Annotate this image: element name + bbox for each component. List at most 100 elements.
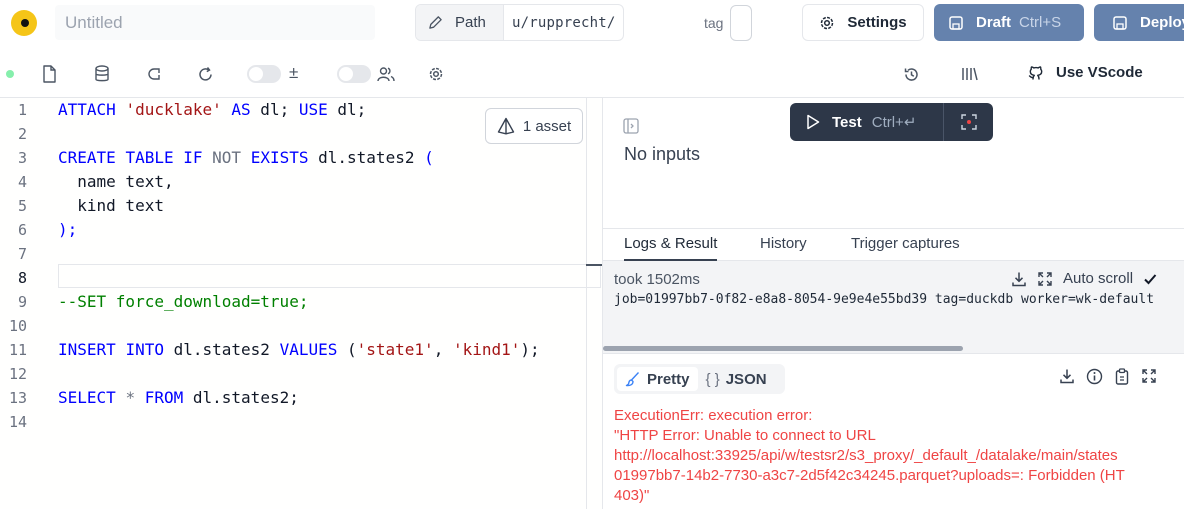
code-token: ATTACH xyxy=(58,100,116,119)
path-field[interactable]: Path u/rupprecht/ xyxy=(415,4,624,41)
settings-gear-icon[interactable] xyxy=(426,64,446,84)
code-line[interactable]: 9 --SET force_download=true; xyxy=(0,290,602,314)
fullscreen-icon[interactable] xyxy=(1141,368,1157,384)
code-token: NOT xyxy=(212,148,242,167)
line-number: 9 xyxy=(17,293,27,311)
tab-history[interactable]: History xyxy=(760,229,807,261)
line-number: 1 xyxy=(17,101,27,119)
error-message: ExecutionErr: execution error: "HTTP Err… xyxy=(614,407,1125,504)
capture-focus-icon xyxy=(960,114,977,130)
info-icon[interactable] xyxy=(1086,368,1103,385)
pyramid-asset-icon xyxy=(497,117,515,135)
scroll-position-marker xyxy=(586,264,602,266)
play-icon xyxy=(807,114,820,130)
code-line[interactable]: 14 xyxy=(0,410,602,434)
settings-button[interactable]: Settings xyxy=(802,4,924,41)
refresh-icon[interactable] xyxy=(195,64,215,84)
clipboard-icon[interactable] xyxy=(1114,368,1130,385)
code-token: ( xyxy=(424,148,434,167)
code-token: 'kind1' xyxy=(452,340,521,359)
multiplayer-toggle[interactable] xyxy=(337,65,371,83)
assets-button[interactable]: 1 asset xyxy=(485,108,583,144)
save-icon xyxy=(949,15,963,30)
path-edit-button[interactable]: Path xyxy=(416,5,504,40)
line-number: 14 xyxy=(8,413,27,431)
result-actions xyxy=(1059,368,1157,385)
code-editor[interactable]: 1 ATTACH 'ducklake' AS dl; USE dl; 2 3 CREAT… xyxy=(0,98,602,509)
auto-scroll-label: Auto scroll xyxy=(1063,270,1134,287)
code-token: * xyxy=(125,388,136,407)
code-line[interactable]: 8 xyxy=(0,266,602,290)
path-value[interactable]: u/rupprecht/ xyxy=(504,5,623,40)
horizontal-scrollbar[interactable] xyxy=(603,346,963,351)
code-line[interactable]: 3 CREATE TABLE IF NOT EXISTS dl.states2 ( xyxy=(0,146,602,170)
save-icon xyxy=(1113,15,1127,30)
diff-toggle[interactable] xyxy=(247,65,281,83)
panel-expand-icon[interactable] xyxy=(623,118,639,134)
braces-icon: { } xyxy=(705,370,720,388)
file-icon[interactable] xyxy=(39,64,59,84)
code-token: dl.states2 xyxy=(308,148,425,167)
code-token: CREATE xyxy=(58,148,116,167)
windmill-logo-icon[interactable] xyxy=(11,10,37,36)
draft-label: Draft xyxy=(976,14,1012,31)
code-line[interactable]: 4 name text, xyxy=(0,170,602,194)
database-icon[interactable] xyxy=(92,64,112,84)
code-line[interactable]: 6); xyxy=(0,218,602,242)
line-number: 10 xyxy=(8,317,27,335)
code-token: ); xyxy=(58,220,78,239)
library-icon[interactable] xyxy=(960,64,980,84)
draft-button[interactable]: Draft Ctrl+S xyxy=(934,4,1084,41)
editor-minimap-divider xyxy=(586,98,587,509)
checkmark-icon[interactable] xyxy=(1143,272,1157,286)
assets-count-label: 1 asset xyxy=(522,117,572,135)
log-actions: Auto scroll xyxy=(1011,270,1157,287)
deploy-button[interactable]: Deploy xyxy=(1094,4,1184,41)
download-icon[interactable] xyxy=(1011,271,1027,287)
code-token: FROM xyxy=(144,388,184,407)
history-icon[interactable] xyxy=(901,64,921,84)
code-line[interactable]: 12 xyxy=(0,362,602,386)
code-line[interactable]: 5 kind text xyxy=(0,194,602,218)
tab-trigger-captures[interactable]: Trigger captures xyxy=(851,229,960,261)
code-line[interactable]: 7 xyxy=(0,242,602,266)
tab-logs-result[interactable]: Logs & Result xyxy=(624,229,718,261)
code-token: dl; xyxy=(250,100,299,119)
test-button[interactable]: Test Ctrl+↵ xyxy=(790,103,944,141)
connection-status-dot xyxy=(6,70,14,78)
code-token: , xyxy=(433,340,453,359)
line-number: 13 xyxy=(8,389,27,407)
expand-icon[interactable] xyxy=(1037,271,1053,287)
code-line[interactable]: 11 INSERT INTO dl.states2 VALUES ('state1… xyxy=(0,338,602,362)
code-token: AS xyxy=(231,100,251,119)
code-token: SELECT xyxy=(58,388,116,407)
code-token: ( xyxy=(337,340,357,359)
download-icon[interactable] xyxy=(1059,368,1075,384)
json-option[interactable]: { } JSON xyxy=(698,367,775,391)
test-label: Test xyxy=(832,113,862,131)
code-token: INTO xyxy=(125,340,164,359)
result-pane: Pretty { } JSON ExecutionErr: execution … xyxy=(603,353,1184,509)
use-vscode-button[interactable]: Use VScode xyxy=(1028,64,1143,81)
duration-text: took 1502ms xyxy=(614,271,700,288)
tag-select[interactable] xyxy=(730,5,752,41)
resource-icon[interactable] xyxy=(143,64,163,84)
code-token: 'state1' xyxy=(356,340,434,359)
code-token: INSERT xyxy=(58,340,116,359)
pretty-option[interactable]: Pretty xyxy=(617,367,698,391)
code-token: ); xyxy=(520,340,540,359)
code-line[interactable]: 13 SELECT * FROM dl.states2; xyxy=(0,386,602,410)
script-title-input[interactable] xyxy=(55,5,375,40)
code-token: 'ducklake' xyxy=(125,100,222,119)
capture-button[interactable] xyxy=(944,103,993,141)
code-text: name text, xyxy=(58,170,173,194)
code-line[interactable]: 10 xyxy=(0,314,602,338)
gear-icon xyxy=(821,16,834,29)
